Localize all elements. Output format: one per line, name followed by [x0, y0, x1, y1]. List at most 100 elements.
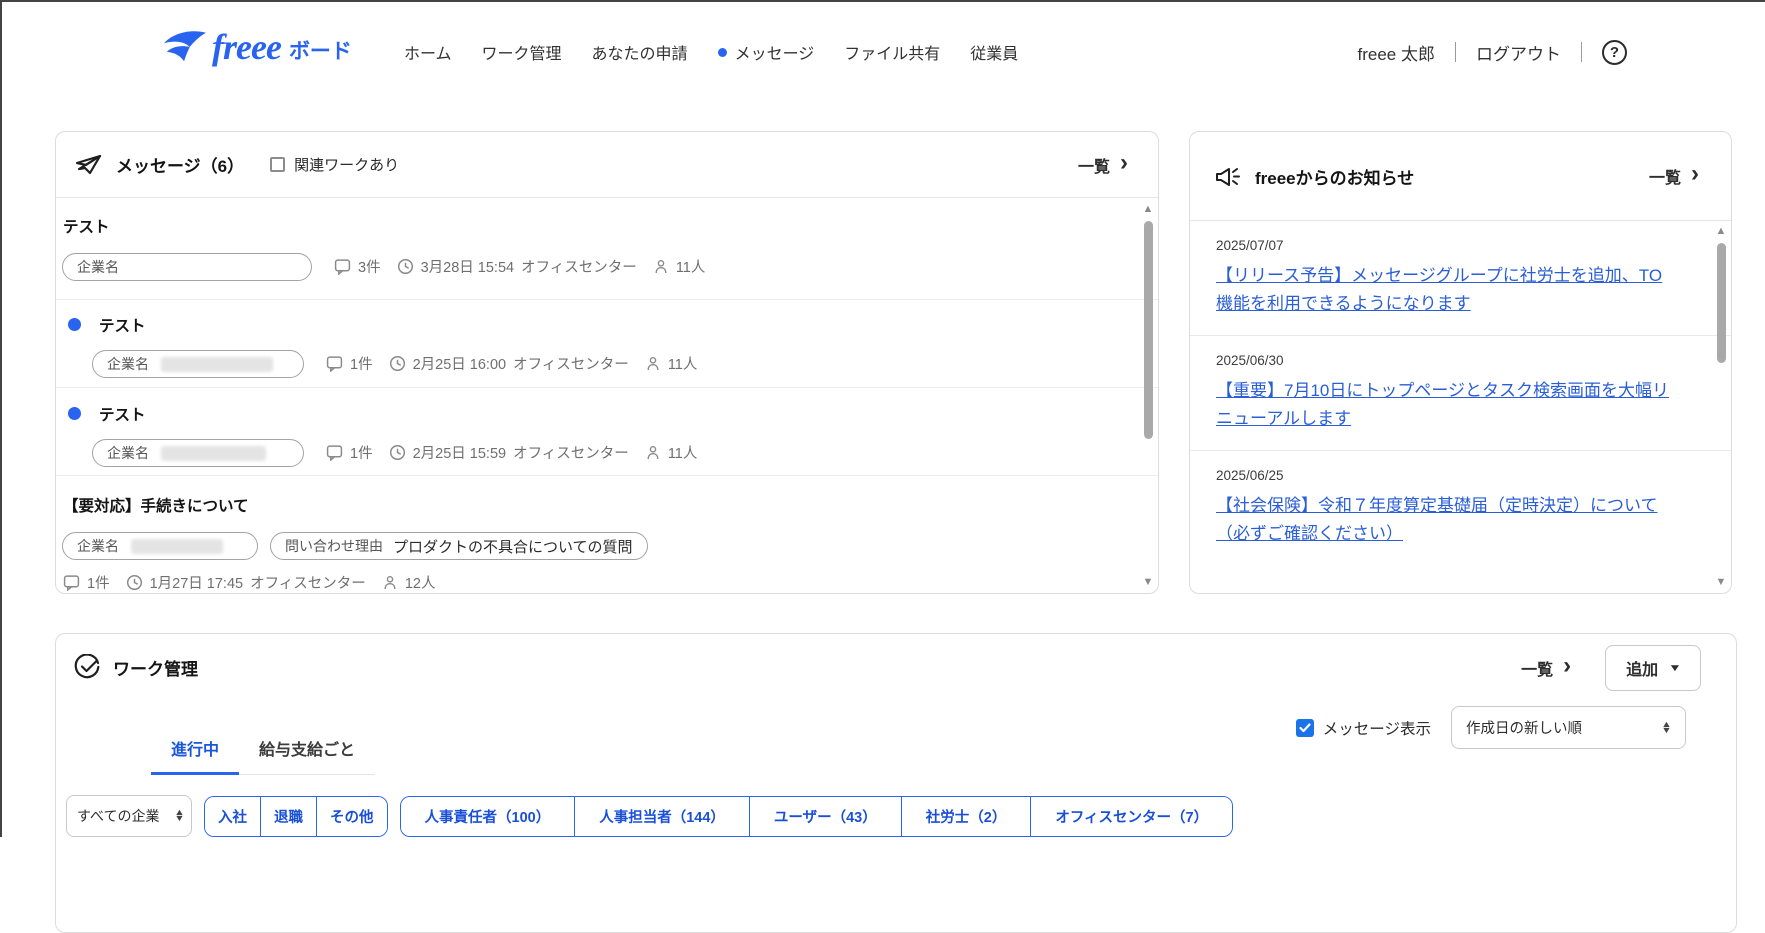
role-filter-group: 人事責任者（100） 人事担当者（144） ユーザー（43） 社労士（2） オフ…: [399, 795, 1234, 837]
news-item: 2025/06/30 【重要】7月10日にトップページとタスク検索画面を大幅リニ…: [1190, 336, 1731, 452]
news-panel-header: freeeからのお知らせ 一覧 ›: [1190, 132, 1731, 221]
tab-by-payroll[interactable]: 給与支給ごと: [239, 728, 375, 775]
user-area: freee 太郎 ログアウト ?: [1358, 2, 1627, 102]
caret-down-icon: ▼: [1668, 662, 1682, 674]
nav-file-share[interactable]: ファイル共有: [844, 40, 940, 64]
message-row[interactable]: 【要対応】手続きについて 企業名 問い合わせ理由 プロダクトの不具合についての質…: [56, 476, 1158, 593]
scroll-down-icon[interactable]: ▼: [1143, 577, 1154, 588]
inquiry-reason-pill: 問い合わせ理由 プロダクトの不具合についての質問: [270, 532, 648, 560]
nav-your-requests[interactable]: あなたの申請: [592, 40, 688, 64]
company-pill: 企業名: [92, 350, 304, 378]
news-item: 2025/06/25 【社会保険】令和７年度算定基礎届（定時決定）について（必ず…: [1190, 451, 1731, 565]
redacted-text: [131, 538, 223, 554]
filter-join[interactable]: 入社: [205, 796, 260, 836]
message-meta: 3件 3月28日 15:54 オフィスセンター 11人: [334, 256, 705, 277]
company-pill: 企業名: [62, 532, 258, 560]
message-meta: 1件 2月25日 16:00 オフィスセンター 11人: [326, 353, 697, 374]
messages-list-link[interactable]: 一覧 ›: [1078, 148, 1128, 177]
messages-scrollbar[interactable]: ▲ ▼: [1140, 204, 1156, 588]
divider: [1581, 42, 1582, 62]
work-panel-header: ワーク管理: [74, 654, 198, 680]
news-panel: freeeからのお知らせ 一覧 › 2025/07/07 【リリース予告】メッセ…: [1189, 131, 1732, 594]
messages-title: メッセージ（6）: [116, 157, 245, 176]
news-date: 2025/06/25: [1216, 468, 1284, 484]
news-list-link[interactable]: 一覧 ›: [1649, 162, 1699, 188]
filter-other[interactable]: その他: [316, 796, 387, 836]
help-icon[interactable]: ?: [1602, 39, 1627, 65]
tab-in-progress[interactable]: 進行中: [151, 728, 240, 775]
clock-icon: [397, 258, 413, 275]
person-icon: [384, 576, 396, 590]
work-filterbar: すべての企業 ▲ ▼ 入社 退職 その他 人事責任者（100） 人事担当者（144…: [66, 795, 1234, 837]
news-scrollbar[interactable]: ▲ ▼: [1713, 226, 1729, 588]
news-date: 2025/07/07: [1216, 238, 1284, 253]
company-pill: 企業名: [62, 253, 312, 281]
clock-icon: [126, 574, 142, 591]
unread-dot: [68, 318, 81, 331]
message-meta: 1件 1月27日 17:45 オフィスセンター 12人: [63, 572, 435, 593]
message-row[interactable]: テスト 企業名 1件 2月25日 16:00 オフィスセンター 11人: [56, 300, 1158, 388]
company-select[interactable]: すべての企業 ▲ ▼: [66, 795, 192, 837]
comment-icon: [326, 356, 343, 372]
filter-leave[interactable]: 退職: [260, 796, 316, 836]
news-item: 2025/07/07 【リリース予告】メッセージグループに社労士を追加、TO機能…: [1190, 221, 1731, 337]
company-pill: 企業名: [92, 439, 304, 467]
top-navigation-bar: freee ボード ホーム ワーク管理 あなたの申請 メッセージ ファイル共有 …: [2, 2, 1765, 102]
work-list-link[interactable]: 一覧 ›: [1521, 652, 1572, 680]
sort-select[interactable]: 作成日の新しい順 ▲ ▼: [1451, 706, 1686, 749]
add-button[interactable]: 追加 ▼: [1605, 645, 1701, 691]
news-date: 2025/06/30: [1216, 353, 1284, 369]
message-display-toggle[interactable]: メッセージ表示: [1295, 717, 1431, 739]
work-tabs: 進行中 給与支給ごと: [151, 728, 376, 775]
chevron-right-icon: ›: [1563, 652, 1572, 679]
news-link[interactable]: 【社会保険】令和７年度算定基礎届（定時決定）について（必ずご確認ください）: [1216, 492, 1671, 547]
person-icon: [655, 260, 667, 274]
message-title: テスト: [99, 407, 146, 424]
user-name[interactable]: freee 太郎: [1358, 40, 1435, 65]
scrollbar-thumb[interactable]: [1143, 221, 1153, 439]
nav-messages[interactable]: メッセージ: [717, 40, 814, 64]
message-row[interactable]: テスト 企業名 1件 2月25日 15:59 オフィスセンター 11人: [56, 388, 1158, 476]
scroll-down-icon[interactable]: ▼: [1716, 577, 1727, 588]
paper-plane-icon: [76, 154, 102, 174]
freee-swallow-icon: [164, 31, 206, 62]
clock-icon: [389, 444, 405, 461]
circle-check-icon: [74, 654, 100, 679]
filter-hr-staff[interactable]: 人事担当者（144）: [574, 796, 749, 836]
filter-office-center[interactable]: オフィスセンター（7）: [1030, 796, 1233, 836]
scroll-up-icon[interactable]: ▲: [1716, 226, 1727, 237]
scroll-up-icon[interactable]: ▲: [1143, 204, 1154, 215]
checkbox-checked[interactable]: [1295, 718, 1314, 737]
logout-link[interactable]: ログアウト: [1476, 40, 1561, 65]
nav-home[interactable]: ホーム: [404, 40, 452, 64]
logo-suffix: ボード: [288, 40, 352, 63]
related-work-filter[interactable]: 関連ワークあり: [270, 154, 399, 175]
chevron-right-icon: ›: [1120, 148, 1128, 176]
check-icon: [1299, 722, 1311, 732]
scrollbar-thumb[interactable]: [1716, 243, 1726, 363]
news-link[interactable]: 【リリース予告】メッセージグループに社労士を追加、TO機能を利用できるようになり…: [1216, 262, 1671, 317]
filter-user[interactable]: ユーザー（43）: [748, 796, 901, 836]
select-spinner-icon: ▲ ▼: [1661, 718, 1672, 735]
message-row[interactable]: テスト 企業名 3件 3月28日 15:54 オフィスセンター 11人: [56, 198, 1158, 300]
megaphone-icon: [1216, 168, 1240, 186]
nav-work[interactable]: ワーク管理: [482, 40, 562, 64]
nav-employees[interactable]: 従業員: [970, 40, 1018, 64]
main-nav: ホーム ワーク管理 あなたの申請 メッセージ ファイル共有 従業員: [404, 2, 1018, 102]
filter-labor-consultant[interactable]: 社労士（2）: [900, 796, 1031, 836]
filter-hr-manager[interactable]: 人事責任者（100）: [400, 796, 575, 836]
freee-board-logo[interactable]: freee ボード: [162, 28, 352, 66]
news-link[interactable]: 【重要】7月10日にトップページとタスク検索画面を大幅リニューアルします: [1216, 377, 1671, 432]
message-title: 【要対応】手続きについて: [63, 498, 249, 515]
work-management-panel: ワーク管理 一覧 › 追加 ▼ 進行中 給与支給ごと メッセージ表示 作成日の新…: [55, 633, 1737, 933]
unread-dot: [68, 407, 81, 420]
comment-icon: [326, 445, 343, 461]
message-meta: 1件 2月25日 15:59 オフィスセンター 11人: [326, 442, 697, 463]
checkbox-unchecked[interactable]: [270, 157, 286, 172]
work-title: ワーク管理: [113, 659, 198, 679]
work-controls: メッセージ表示 作成日の新しい順 ▲ ▼: [1295, 706, 1686, 749]
logo-text: freee: [212, 27, 282, 67]
news-title: freeeからのお知らせ: [1255, 168, 1415, 188]
unread-indicator-dot: [717, 47, 727, 57]
comment-icon: [63, 575, 80, 591]
